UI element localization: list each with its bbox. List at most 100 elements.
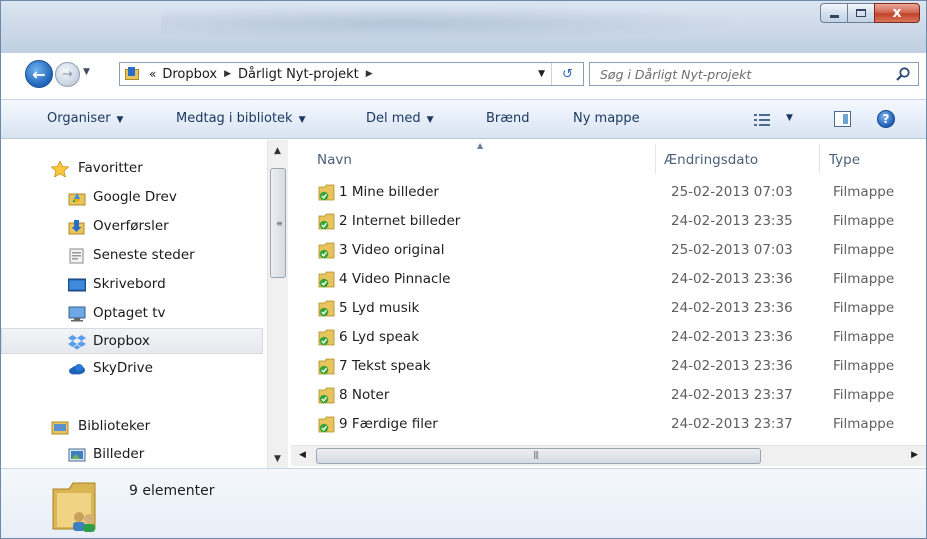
table-row[interactable]: 9 Færdige filer 24-02-2013 23:37 Filmappe (291, 410, 926, 439)
table-row[interactable]: 3 Video original 25-02-2013 07:03 Filmappe (291, 236, 926, 265)
sidebar-item-label: Google Drev (93, 189, 177, 205)
column-header-name[interactable]: Navn (317, 152, 352, 168)
file-type: Filmappe (833, 358, 895, 374)
table-row[interactable]: 1 Mine billeder 25-02-2013 07:03 Filmappe (291, 178, 926, 207)
file-name: 4 Video Pinnacle (339, 271, 451, 287)
sidebar-item-recent-places[interactable]: Seneste steder (1, 243, 263, 269)
scroll-right-icon[interactable]: ▶ (911, 450, 918, 460)
scrollbar-thumb[interactable]: ||| (316, 448, 761, 464)
share-with-menu[interactable]: Del med ▼ (366, 111, 434, 126)
address-history-dropdown[interactable]: ▼ (538, 69, 545, 79)
change-view-icon[interactable] (754, 113, 770, 127)
table-row[interactable]: 8 Noter 24-02-2013 23:37 Filmappe (291, 381, 926, 410)
sidebar-item-skydrive[interactable]: SkyDrive (1, 356, 263, 382)
close-button[interactable]: x (874, 3, 920, 23)
forward-button[interactable]: → (55, 62, 80, 87)
table-row[interactable]: 6 Lyd speak 24-02-2013 23:36 Filmappe (291, 323, 926, 352)
sidebar-item-google-drive[interactable]: Google Drev (1, 185, 263, 211)
address-bar[interactable]: « Dropbox ▶ Dårligt Nyt-projekt ▶ ▼ ↺ (119, 62, 584, 86)
table-row[interactable]: 5 Lyd musik 24-02-2013 23:36 Filmappe (291, 294, 926, 323)
new-folder-button[interactable]: Ny mappe (573, 111, 640, 126)
organize-label: Organiser (47, 111, 111, 126)
organize-menu[interactable]: Organiser ▼ (47, 111, 123, 126)
navigation-pane-scrollbar[interactable]: ▲ ≡ ▼ (267, 140, 288, 470)
scrollbar-thumb[interactable]: ≡ (270, 168, 286, 278)
item-count: 9 elementer (129, 483, 215, 499)
downloads-icon (68, 220, 85, 235)
column-header-date[interactable]: Ændringsdato (664, 152, 758, 168)
synced-folder-icon (318, 300, 335, 317)
file-modified-date: 24-02-2013 23:36 (671, 300, 793, 316)
search-input[interactable] (598, 64, 888, 84)
file-modified-date: 25-02-2013 07:03 (671, 184, 793, 200)
title-bar[interactable]: x (1, 1, 926, 53)
file-modified-date: 25-02-2013 07:03 (671, 242, 793, 258)
table-row[interactable]: 4 Video Pinnacle 24-02-2013 23:36 Filmappe (291, 265, 926, 294)
file-name: 3 Video original (339, 242, 445, 258)
scroll-up-icon[interactable]: ▲ (274, 146, 281, 156)
minimize-button[interactable] (820, 3, 847, 23)
sidebar-item-label: Billeder (93, 446, 145, 462)
breadcrumb: « Dropbox ▶ Dårligt Nyt-projekt ▶ (143, 67, 380, 82)
breadcrumb-separator-icon[interactable]: ▶ (224, 69, 231, 79)
view-options-dropdown[interactable]: ▼ (786, 113, 793, 123)
column-header-type[interactable]: Type (829, 152, 860, 168)
scroll-down-icon[interactable]: ▼ (274, 454, 281, 464)
new-folder-label: Ny mappe (573, 111, 640, 126)
sidebar-item-label: SkyDrive (93, 360, 153, 376)
sidebar-item-libraries[interactable]: Biblioteker (1, 414, 263, 440)
column-header-row: ▲ Navn Ændringsdato Type (291, 140, 926, 178)
table-row[interactable]: 2 Internet billeder 24-02-2013 23:35 Filma… (291, 207, 926, 236)
table-row[interactable]: 7 Tekst speak 24-02-2013 23:36 Filmappe (291, 352, 926, 381)
sidebar-item-desktop[interactable]: Skrivebord (1, 272, 263, 298)
sidebar-item-label: Favoritter (78, 160, 143, 176)
file-list: ▲ Navn Ændringsdato Type 1 Mine billeder… (291, 140, 926, 445)
chevron-down-icon: ▼ (426, 115, 434, 125)
file-type: Filmappe (833, 184, 895, 200)
search-box[interactable] (589, 62, 919, 86)
synced-folder-icon (318, 416, 335, 433)
chevron-down-icon: ▼ (298, 115, 306, 125)
file-modified-date: 24-02-2013 23:37 (671, 387, 793, 403)
refresh-button[interactable]: ↺ (551, 63, 583, 85)
synced-folder-icon (318, 387, 335, 404)
burn-button[interactable]: Brænd (486, 111, 530, 126)
file-list-horizontal-scrollbar[interactable]: ◀ ||| ▶ (291, 445, 926, 466)
file-type: Filmappe (833, 416, 895, 432)
file-modified-date: 24-02-2013 23:36 (671, 329, 793, 345)
search-icon[interactable] (895, 66, 911, 82)
sidebar-item-dropbox[interactable]: Dropbox (1, 328, 263, 354)
sidebar-item-pictures[interactable]: Billeder (1, 442, 263, 468)
column-divider[interactable] (655, 144, 656, 174)
preview-pane-icon[interactable] (834, 111, 851, 127)
scroll-left-icon[interactable]: ◀ (299, 450, 306, 460)
recent-pages-dropdown[interactable]: ▼ (83, 67, 90, 77)
file-name: 7 Tekst speak (339, 358, 431, 374)
maximize-icon (856, 9, 866, 17)
file-type: Filmappe (833, 242, 895, 258)
breadcrumb-item-dropbox[interactable]: Dropbox (162, 67, 217, 82)
column-divider[interactable] (819, 144, 820, 174)
sidebar-item-favorites[interactable]: Favoritter (1, 156, 263, 182)
file-modified-date: 24-02-2013 23:37 (671, 416, 793, 432)
chevron-down-icon: ▼ (116, 115, 124, 125)
sidebar-item-downloads[interactable]: Overførsler (1, 214, 263, 240)
breadcrumb-separator-icon[interactable]: ▶ (366, 69, 373, 79)
file-modified-date: 24-02-2013 23:36 (671, 271, 793, 287)
sidebar-item-recorded-tv[interactable]: Optaget tv (1, 301, 263, 327)
back-button[interactable]: ← (25, 60, 53, 88)
desktop-icon (68, 278, 86, 292)
sidebar-item-label: Overførsler (93, 218, 169, 234)
help-icon[interactable]: ? (877, 110, 895, 128)
maximize-button[interactable] (847, 3, 874, 23)
synced-folder-icon (318, 358, 335, 375)
breadcrumb-overflow[interactable]: « (149, 67, 156, 81)
file-type: Filmappe (833, 300, 895, 316)
command-bar: Organiser ▼ Medtag i bibliotek ▼ Del med ▼ … (1, 99, 926, 139)
include-library-label: Medtag i bibliotek (176, 111, 293, 126)
synced-folder-icon (318, 329, 335, 346)
breadcrumb-item-project[interactable]: Dårligt Nyt-projekt (238, 67, 359, 82)
include-in-library-menu[interactable]: Medtag i bibliotek ▼ (176, 111, 306, 126)
file-type: Filmappe (833, 387, 895, 403)
recent-places-icon (69, 248, 84, 264)
